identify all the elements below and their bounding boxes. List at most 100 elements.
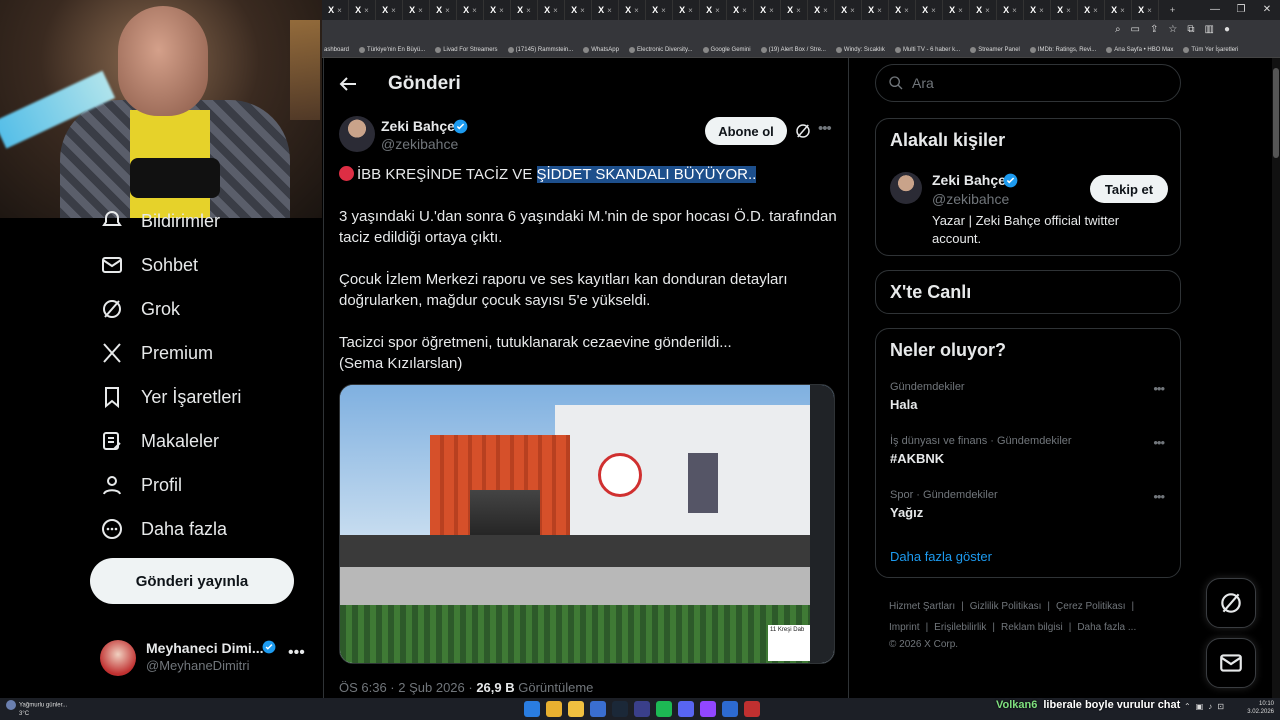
chat-fab-button[interactable] <box>1206 638 1256 688</box>
browser-tab[interactable]: X × <box>754 0 781 20</box>
bookmark-item[interactable]: ashboard <box>324 47 349 53</box>
footer-link[interactable]: Çerez Politikası <box>1056 601 1125 612</box>
browser-tab[interactable]: X × <box>646 0 673 20</box>
browser-tab[interactable]: X × <box>457 0 484 20</box>
close-tab-icon[interactable]: × <box>337 6 342 15</box>
nav-item-profile[interactable]: Profil <box>100 470 182 500</box>
browser-tab[interactable]: X × <box>970 0 997 20</box>
close-tab-icon[interactable]: × <box>1147 6 1152 15</box>
trend-more-icon[interactable]: ••• <box>1153 381 1165 396</box>
close-tab-icon[interactable]: × <box>391 6 396 15</box>
browser-tab[interactable]: X × <box>1105 0 1132 20</box>
minimize-button[interactable]: — <box>1202 0 1228 20</box>
close-tab-icon[interactable]: × <box>850 6 855 15</box>
browser-tab[interactable]: X × <box>1051 0 1078 20</box>
trend-item[interactable]: Spor · Gündemdekiler Yağız ••• <box>890 489 1170 520</box>
bookmark-star-icon[interactable]: ☆ <box>1168 24 1177 35</box>
close-tab-icon[interactable]: × <box>931 6 936 15</box>
footer-link[interactable]: Reklam bilgisi <box>1001 622 1063 633</box>
footer-link[interactable]: Hizmet Şartları <box>889 601 955 612</box>
discord-icon[interactable] <box>678 701 694 717</box>
chrome-icon[interactable] <box>546 701 562 717</box>
browser-tab[interactable]: X × <box>538 0 565 20</box>
close-tab-icon[interactable]: × <box>1012 6 1017 15</box>
browser-tab[interactable]: X × <box>700 0 727 20</box>
bookmark-item[interactable]: Livad For Streamers <box>435 46 498 53</box>
app-icon[interactable] <box>722 701 738 717</box>
bookmark-item[interactable]: Tüm Yer İşaretleri <box>1183 46 1238 53</box>
browser-tab[interactable]: X × <box>322 0 349 20</box>
share-icon[interactable]: ⇪ <box>1150 24 1158 35</box>
subscribe-button[interactable]: Abone ol <box>705 117 787 145</box>
trend-item[interactable]: Gündemdekiler Hala ••• <box>890 381 1170 412</box>
account-switcher[interactable]: Meyhaneci Dimi... @MeyhaneDimitri ••• <box>100 636 320 680</box>
author-handle[interactable]: @zekibahce <box>381 136 458 152</box>
author-name[interactable]: Zeki Bahçe <box>381 118 455 134</box>
browser-tab[interactable]: X × <box>862 0 889 20</box>
close-tab-icon[interactable]: × <box>553 6 558 15</box>
related-user-name[interactable]: Zeki Bahçe <box>932 172 1006 188</box>
extensions-icon[interactable]: ⧉ <box>1187 24 1194 35</box>
browser-tab[interactable]: X × <box>997 0 1024 20</box>
search-box[interactable] <box>875 64 1181 102</box>
close-tab-icon[interactable]: × <box>364 6 369 15</box>
close-tab-icon[interactable]: × <box>526 6 531 15</box>
post-timestamp[interactable]: ÖS 6:36 · 2 Şub 2026 · <box>339 680 476 695</box>
footer-link[interactable]: Daha fazla ... <box>1077 622 1136 633</box>
weather-widget[interactable]: Yağmurlu günler... 3°C <box>6 700 67 718</box>
browser-tab[interactable]: X × <box>916 0 943 20</box>
browser-tab[interactable]: X × <box>1132 0 1159 20</box>
close-tab-icon[interactable]: × <box>715 6 720 15</box>
browser-tab[interactable]: X × <box>430 0 457 20</box>
bookmark-item[interactable]: IMDb: Ratings, Revi... <box>1029 46 1096 53</box>
close-tab-icon[interactable]: × <box>661 6 666 15</box>
avatar[interactable] <box>890 172 922 204</box>
follow-button[interactable]: Takip et <box>1090 175 1168 203</box>
spotify-icon[interactable] <box>656 701 672 717</box>
trend-more-icon[interactable]: ••• <box>1153 489 1165 504</box>
post-more-icon[interactable]: ••• <box>818 120 832 137</box>
footer-link[interactable]: Erişilebilirlik <box>934 622 986 633</box>
profile-icon[interactable]: ● <box>1224 24 1230 35</box>
account-more-icon[interactable]: ••• <box>288 644 305 662</box>
bookmark-item[interactable]: Multi TV - 6 haber k... <box>894 46 960 53</box>
trend-item[interactable]: İş dünyası ve finans · Gündemdekiler #AK… <box>890 435 1170 466</box>
browser-tab[interactable]: X × <box>349 0 376 20</box>
browser-tab[interactable]: X × <box>727 0 754 20</box>
browser-tab[interactable]: X × <box>565 0 592 20</box>
app-icon[interactable] <box>634 701 650 717</box>
close-tab-icon[interactable]: × <box>1093 6 1098 15</box>
nav-item-chat[interactable]: Sohbet <box>100 250 198 280</box>
app-icon[interactable] <box>744 701 760 717</box>
bookmark-item[interactable]: Electronic Diversity... <box>628 46 693 53</box>
bookmark-item[interactable]: (17145) Rammstein... <box>507 46 573 53</box>
bookmark-item[interactable]: Ana Sayfa • HBO Max <box>1106 46 1173 53</box>
nav-item-bookmarks[interactable]: Yer İşaretleri <box>100 382 241 412</box>
close-window-button[interactable]: ✕ <box>1254 0 1280 20</box>
address-bar[interactable]: ⌕ ▭ ⇪ ☆ ⧉ ▥ ● <box>322 20 1280 42</box>
bookmark-item[interactable]: (19) Alert Box / Stre... <box>760 46 826 53</box>
system-tray[interactable]: ⌃▣♪⊡ <box>1184 702 1229 711</box>
back-arrow-icon[interactable] <box>336 72 360 96</box>
post-image[interactable]: 11 Kreşi Dab <box>339 384 835 664</box>
close-tab-icon[interactable]: × <box>1066 6 1071 15</box>
close-tab-icon[interactable]: × <box>1120 6 1125 15</box>
close-tab-icon[interactable]: × <box>580 6 585 15</box>
browser-tab[interactable]: X × <box>619 0 646 20</box>
browser-tab[interactable]: X × <box>835 0 862 20</box>
grok-fab-button[interactable] <box>1206 578 1256 628</box>
folder-icon[interactable] <box>568 701 584 717</box>
close-tab-icon[interactable]: × <box>985 6 990 15</box>
grok-explain-icon[interactable] <box>794 122 812 140</box>
close-tab-icon[interactable]: × <box>823 6 828 15</box>
bookmark-item[interactable]: Türkiye'nin En Büyü... <box>359 46 425 53</box>
nav-item-articles[interactable]: Makaleler <box>100 426 219 456</box>
clock[interactable]: 10:10 3.02.2026 <box>1244 700 1274 716</box>
nav-item-grok[interactable]: Grok <box>100 294 180 324</box>
restore-button[interactable]: ❐ <box>1228 0 1254 20</box>
footer-link[interactable]: Gizlilik Politikası <box>970 601 1042 612</box>
close-tab-icon[interactable]: × <box>499 6 504 15</box>
browser-tab[interactable]: X × <box>403 0 430 20</box>
page-scrollbar[interactable] <box>1272 58 1280 698</box>
browser-tab[interactable]: X × <box>781 0 808 20</box>
